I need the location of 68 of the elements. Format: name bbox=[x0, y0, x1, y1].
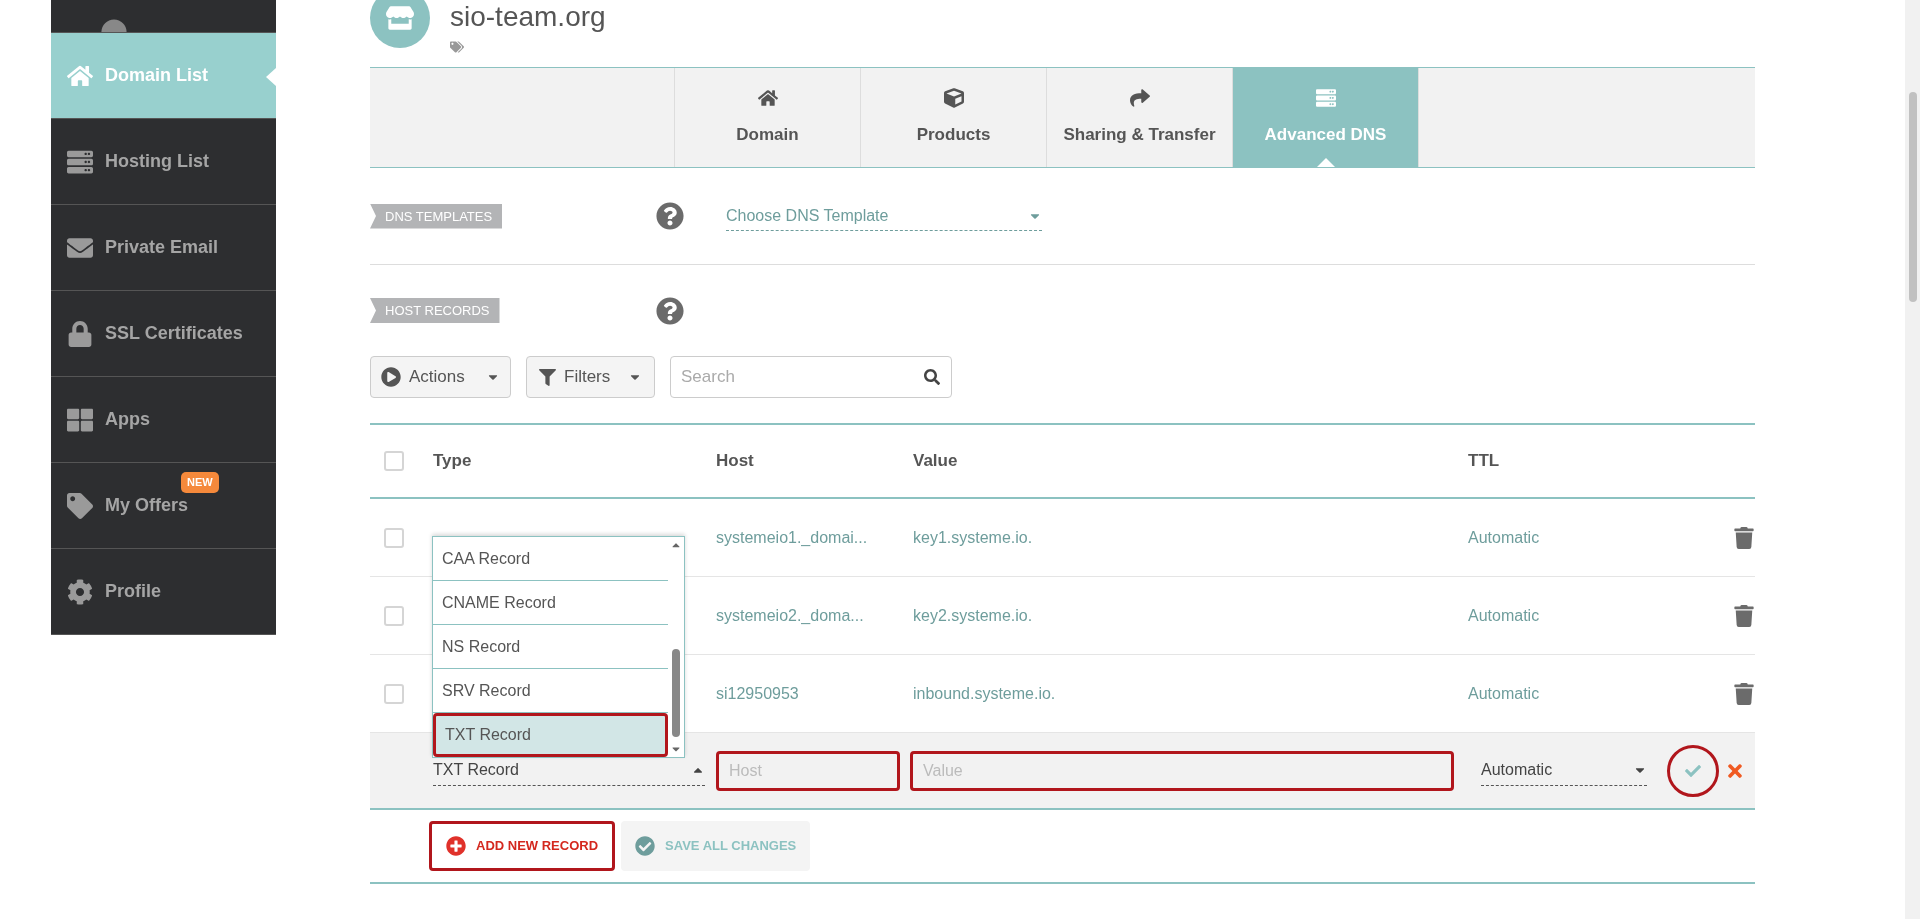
table-cell: systemeio2._doma... bbox=[716, 606, 864, 624]
column-header: TTL bbox=[1468, 451, 1500, 471]
table-cell: key1.systeme.io. bbox=[913, 528, 1033, 546]
checkbox[interactable] bbox=[384, 605, 404, 626]
sidebar-item[interactable]: Hosting List bbox=[51, 119, 276, 205]
table-cell: inbound.systeme.io. bbox=[913, 684, 1056, 702]
check-icon bbox=[1685, 762, 1701, 779]
help-icon[interactable] bbox=[656, 202, 684, 230]
grid-icon bbox=[67, 406, 93, 433]
table-cell: Automatic bbox=[1468, 684, 1540, 702]
checkbox[interactable] bbox=[384, 683, 404, 704]
table-cell: Automatic bbox=[1468, 528, 1540, 546]
pointer-notch bbox=[1317, 158, 1335, 167]
plus-icon bbox=[446, 836, 466, 856]
tab[interactable]: Domain bbox=[675, 68, 861, 167]
dropdown-option[interactable]: TXT Record bbox=[433, 713, 668, 757]
sidebar-item[interactable]: Apps bbox=[51, 377, 276, 463]
table-cell: systemeio1._domai... bbox=[716, 528, 868, 546]
house-icon bbox=[757, 87, 778, 108]
tab[interactable]: Products bbox=[861, 68, 1047, 167]
checkbox[interactable] bbox=[384, 527, 404, 548]
sidebar-item[interactable]: Private Email bbox=[51, 205, 276, 291]
sidebar-item[interactable]: Profile bbox=[51, 549, 276, 635]
confirm-button[interactable] bbox=[1667, 744, 1719, 797]
section-label: HOST RECORDS bbox=[370, 298, 500, 323]
sidebar-item[interactable]: NEW My Offers bbox=[51, 463, 276, 549]
table-cell: Automatic bbox=[1468, 606, 1540, 624]
dropdown-option[interactable]: CNAME Record bbox=[433, 581, 668, 625]
section-label: DNS TEMPLATES bbox=[370, 203, 503, 229]
template-select[interactable]: Choose DNS Template bbox=[726, 201, 1042, 231]
dropdown-option[interactable]: CAA Record bbox=[433, 537, 668, 581]
table-cell: si12950953 bbox=[716, 684, 799, 702]
scrollbar-thumb[interactable] bbox=[672, 649, 680, 737]
dropdown-option[interactable]: SRV Record bbox=[433, 669, 668, 713]
server-icon bbox=[1315, 87, 1336, 108]
help-icon[interactable] bbox=[656, 296, 684, 325]
scrollbar-thumb[interactable] bbox=[1908, 92, 1917, 302]
sidebar-item[interactable]: SSL Certificates bbox=[51, 291, 276, 377]
lock-icon bbox=[67, 320, 93, 347]
trash-icon[interactable] bbox=[1733, 682, 1755, 705]
page-scrollbar[interactable] bbox=[1905, 0, 1920, 919]
pointer-notch bbox=[266, 68, 276, 86]
trash-icon[interactable] bbox=[1733, 604, 1755, 627]
check-icon bbox=[635, 836, 656, 856]
play-icon bbox=[381, 367, 401, 387]
settings-icon bbox=[67, 578, 93, 605]
ttl-select[interactable]: Automatic bbox=[1481, 755, 1647, 786]
server-icon bbox=[67, 148, 93, 175]
share-icon bbox=[1129, 87, 1150, 108]
actions-button[interactable]: Actions bbox=[370, 356, 511, 398]
table-cell: key2.systeme.io. bbox=[913, 606, 1033, 624]
checkbox[interactable] bbox=[384, 451, 404, 471]
search-icon[interactable] bbox=[924, 369, 940, 385]
column-header: Host bbox=[716, 451, 754, 471]
trash-icon[interactable] bbox=[1733, 526, 1755, 549]
tag-add-icon[interactable] bbox=[450, 40, 464, 54]
domain-title: sio-team.org bbox=[450, 0, 606, 34]
filters-button[interactable]: Filters bbox=[526, 356, 655, 398]
column-header: Value bbox=[913, 451, 958, 471]
filter-icon bbox=[539, 368, 556, 386]
search-field[interactable]: Search bbox=[670, 356, 952, 398]
box-icon bbox=[943, 87, 964, 108]
column-header: Type bbox=[433, 451, 472, 471]
add-record-button[interactable]: ADD NEW RECORD bbox=[429, 821, 616, 871]
store-icon bbox=[386, 4, 414, 32]
tag-icon bbox=[67, 492, 93, 519]
dropdown-option[interactable]: NS Record bbox=[433, 625, 668, 669]
new-badge: NEW bbox=[181, 472, 219, 493]
